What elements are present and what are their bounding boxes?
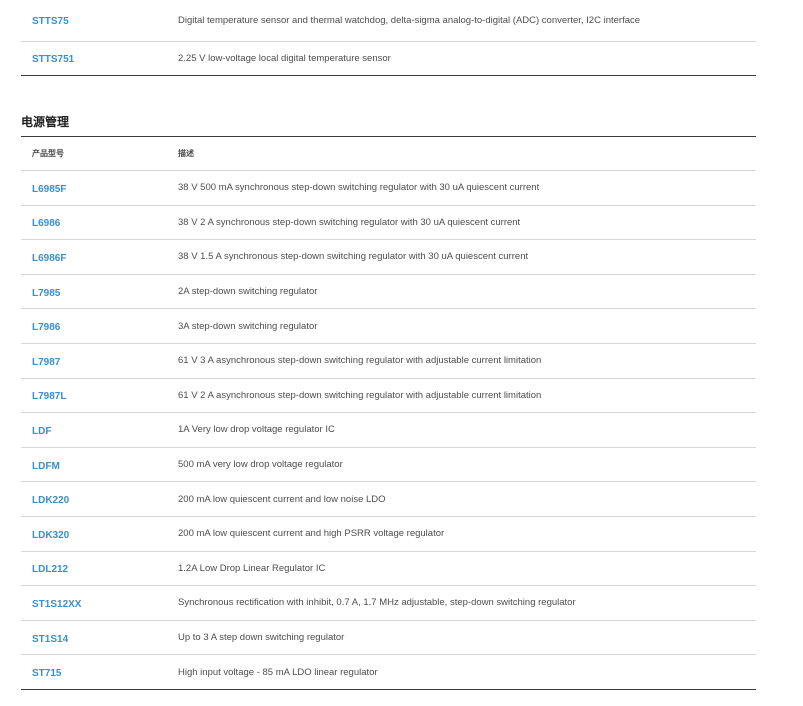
part-number-cell: L6985F xyxy=(21,171,167,206)
description-cell: 61 V 2 A asynchronous step-down switchin… xyxy=(178,389,542,401)
table-row: LDF 1A Very low drop voltage regulator IC xyxy=(21,413,756,448)
description-cell: Synchronous rectification with inhibit, … xyxy=(178,597,576,609)
description-cell: 1A Very low drop voltage regulator IC xyxy=(178,424,335,436)
table-row: L7985 2A step-down switching regulator xyxy=(21,274,756,309)
part-number-cell: L7987 xyxy=(21,343,167,378)
description-cell: 38 V 1.5 A synchronous step-down switchi… xyxy=(178,251,529,263)
part-link[interactable]: L7987 xyxy=(32,357,60,368)
table-row: STTS751 2.25 V low-voltage local digital… xyxy=(21,41,756,75)
temperature-sensor-table-wrap: STTS75 Digital temperature sensor and th… xyxy=(21,0,756,76)
part-number-header: 产品型号 xyxy=(32,149,64,158)
description-cell: 61 V 3 A asynchronous step-down switchin… xyxy=(178,355,542,367)
part-number-cell: L7985 xyxy=(21,274,167,309)
power-management-table: 产品型号 描述 L6985F 38 V 500 mA synchronous st… xyxy=(21,136,756,690)
part-number-cell: ST715 xyxy=(21,655,167,690)
part-number-cell: LDL212 xyxy=(21,551,167,586)
table-row: L7986 3A step-down switching regulator xyxy=(21,309,756,344)
part-number-cell: LDK320 xyxy=(21,516,167,551)
part-number-cell: STTS751 xyxy=(21,41,167,75)
part-link[interactable]: LDL212 xyxy=(32,564,68,575)
description-cell: 2A step-down switching regulator xyxy=(178,286,318,298)
part-link[interactable]: ST715 xyxy=(32,668,61,679)
part-link[interactable]: L6986 xyxy=(32,218,60,229)
description-cell: High input voltage - 85 mA LDO linear re… xyxy=(178,666,378,678)
part-link[interactable]: LDF xyxy=(32,426,51,437)
part-link[interactable]: LDFM xyxy=(32,461,60,472)
part-number-cell: STTS75 xyxy=(21,0,167,41)
table-row: ST715 High input voltage - 85 mA LDO line… xyxy=(21,655,756,690)
part-link[interactable]: L6985F xyxy=(32,184,66,195)
table-row: L6986F 38 V 1.5 A synchronous step-down s… xyxy=(21,240,756,275)
part-number-cell: L6986F xyxy=(21,240,167,275)
part-number-cell: LDF xyxy=(21,413,167,448)
description-cell: Up to 3 A step down switching regulator xyxy=(178,632,345,644)
table-row: ST1S14 Up to 3 A step down switching regu… xyxy=(21,620,756,655)
power-management-table-body: L6985F 38 V 500 mA synchronous step-down … xyxy=(21,171,756,690)
table-row: STTS75 Digital temperature sensor and th… xyxy=(21,0,756,41)
part-number-cell: ST1S14 xyxy=(21,620,167,655)
part-number-cell: LDFM xyxy=(21,447,167,482)
description-cell: 500 mA very low drop voltage regulator xyxy=(178,459,343,471)
temperature-sensor-table: STTS75 Digital temperature sensor and th… xyxy=(21,0,756,76)
table-row: L7987 61 V 3 A asynchronous step-down swi… xyxy=(21,343,756,379)
table-row: LDK320 200 mA low quiescent current and h… xyxy=(21,516,756,552)
description-cell: Digital temperature sensor and thermal w… xyxy=(178,14,641,26)
description-cell: 38 V 2 A synchronous step-down switching… xyxy=(178,216,521,228)
part-link[interactable]: L6986F xyxy=(32,253,66,264)
part-number-cell: L7987L xyxy=(21,378,167,413)
part-link[interactable]: ST1S14 xyxy=(32,634,68,645)
part-link[interactable]: L7987L xyxy=(32,391,66,402)
part-number-cell: L7986 xyxy=(21,309,167,344)
part-link[interactable]: LDK320 xyxy=(32,530,69,541)
part-number-cell: L6986 xyxy=(21,205,167,240)
part-link[interactable]: STTS75 xyxy=(32,16,69,27)
table-row: LDK220 200 mA low quiescent current and l… xyxy=(21,482,756,517)
part-number-cell: ST1S12XX xyxy=(21,586,167,621)
description-cell: 2.25 V low-voltage local digital tempera… xyxy=(178,52,391,64)
table-row: LDFM 500 mA very low drop voltage regulat… xyxy=(21,447,756,482)
part-link[interactable]: LDK220 xyxy=(32,495,69,506)
description-header: 描述 xyxy=(178,149,194,158)
description-cell: 1.2A Low Drop Linear Regulator IC xyxy=(178,562,326,574)
part-link[interactable]: STTS751 xyxy=(32,54,74,65)
description-cell: 3A step-down switching regulator xyxy=(178,320,318,332)
description-cell: 200 mA low quiescent current and low noi… xyxy=(178,493,386,505)
table-row: L6986 38 V 2 A synchronous step-down swit… xyxy=(21,205,756,240)
part-link[interactable]: L7986 xyxy=(32,322,60,333)
table-header-row: 产品型号 描述 xyxy=(21,137,756,171)
description-cell: 200 mA low quiescent current and high PS… xyxy=(178,528,445,540)
table-row: LDL212 1.2A Low Drop Linear Regulator IC xyxy=(21,551,756,586)
part-number-cell: LDK220 xyxy=(21,482,167,517)
description-cell: 38 V 500 mA synchronous step-down switch… xyxy=(178,182,540,194)
part-link[interactable]: ST1S12XX xyxy=(32,599,81,610)
table-row: L6985F 38 V 500 mA synchronous step-down … xyxy=(21,171,756,206)
table-row: ST1S12XX Synchronous rectification with i… xyxy=(21,586,756,621)
part-link[interactable]: L7985 xyxy=(32,288,60,299)
table-row: L7987L 61 V 2 A asynchronous step-down sw… xyxy=(21,378,756,413)
section-title: 电源管理 xyxy=(21,115,70,129)
